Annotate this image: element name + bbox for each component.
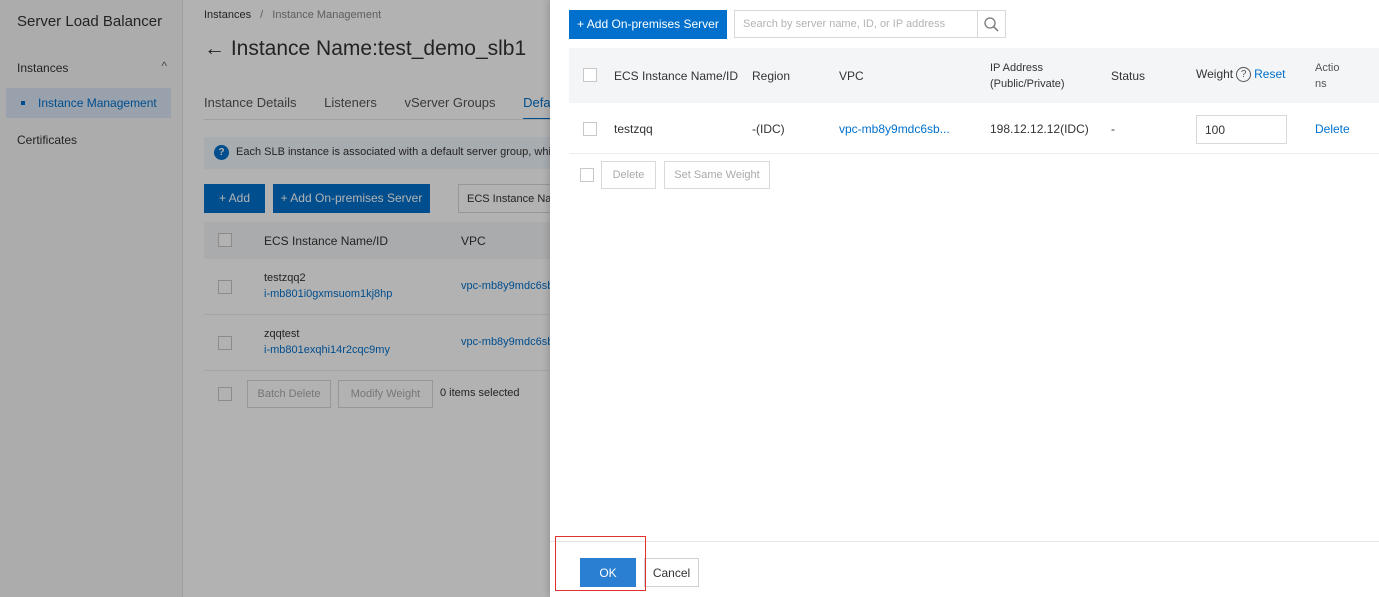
row-region: -(IDC) <box>752 122 785 136</box>
table-header: ECS Instance Name/ID Region VPC IP Addre… <box>569 48 1379 103</box>
cancel-button[interactable]: Cancel <box>644 558 699 587</box>
row-delete-link[interactable]: Delete <box>1315 122 1350 136</box>
reset-link[interactable]: Reset <box>1254 67 1285 81</box>
ok-highlight-box <box>555 536 646 591</box>
help-icon[interactable]: ? <box>1236 67 1252 83</box>
weight-input[interactable] <box>1196 115 1287 144</box>
search-box <box>734 10 979 38</box>
header-actions-line2: ns <box>1315 78 1327 90</box>
footer-divider <box>550 541 1379 542</box>
add-onprem-server-button[interactable]: + Add On-premises Server <box>569 10 727 39</box>
select-all-checkbox[interactable] <box>583 68 597 82</box>
row-vpc-link[interactable]: vpc-mb8y9mdc6sb... <box>839 122 950 136</box>
search-input[interactable] <box>735 11 979 37</box>
header-weight: Weight? Reset <box>1196 66 1286 83</box>
row-name: testzqq <box>614 122 653 136</box>
server-list-table: ECS Instance Name/ID Region VPC IP Addre… <box>569 48 1379 154</box>
footer-checkbox[interactable] <box>580 168 594 182</box>
header-region: Region <box>752 69 791 83</box>
header-ip-line2: (Public/Private) <box>990 78 1065 90</box>
header-ip-line1: IP Address <box>990 62 1043 74</box>
row-status: - <box>1111 122 1115 136</box>
add-server-drawer: + Add On-premises Server ECS Instance Na… <box>550 0 1379 597</box>
header-vpc: VPC <box>839 69 864 83</box>
modal-overlay[interactable] <box>0 0 550 597</box>
row-ip: 198.12.12.12(IDC) <box>990 122 1089 136</box>
search-button[interactable] <box>978 10 1006 38</box>
set-same-weight-button[interactable]: Set Same Weight <box>664 161 770 189</box>
header-actions-line1: Actio <box>1315 62 1340 74</box>
magnifier-icon <box>984 17 999 32</box>
delete-button[interactable]: Delete <box>601 161 656 189</box>
header-name: ECS Instance Name/ID <box>614 69 739 83</box>
header-weight-label: Weight <box>1196 67 1234 81</box>
header-status: Status <box>1111 69 1146 83</box>
table-row: testzqq -(IDC) vpc-mb8y9mdc6sb... 198.12… <box>569 103 1379 154</box>
row-checkbox[interactable] <box>583 122 597 136</box>
